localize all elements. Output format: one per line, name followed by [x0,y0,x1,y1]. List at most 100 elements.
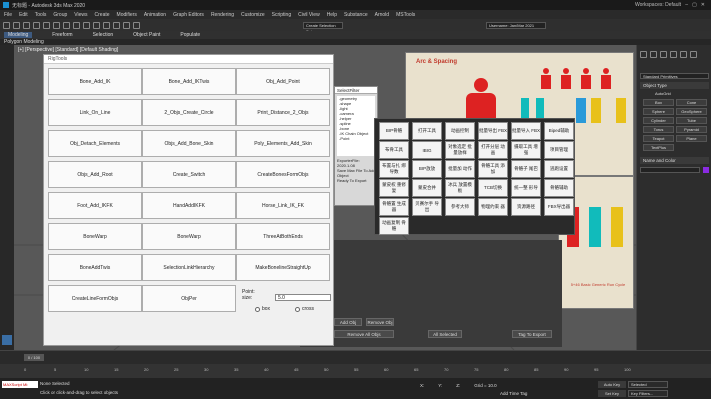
cn-tool-button[interactable]: BIP放放 [412,160,442,178]
cn-tool-button[interactable]: FBX导出器 [544,198,574,216]
add-time-tag[interactable]: Add Time Tag [500,391,527,396]
ribbon-tab[interactable]: Modeling [4,32,33,38]
menu-item[interactable]: Modifiers [117,12,137,18]
scale-icon[interactable] [103,21,110,29]
menu-item[interactable]: Rendering [211,12,234,18]
ribbon-tab[interactable]: Freeform [52,32,72,38]
rigtools-button[interactable]: Bone_Add_IKTwis [142,68,236,95]
rigtools-button[interactable]: Horse_Link_IK_FK [236,192,330,219]
cn-tool-button[interactable]: 物理约束 器 [478,198,508,216]
cn-tool-button[interactable]: 骨骼工具 添加 [478,160,508,178]
cn-tool-button[interactable]: 项目管理 [544,141,574,159]
menu-item[interactable]: Group [53,12,67,18]
workspace-label[interactable]: Workspaces: Default [635,2,681,8]
primitive-button[interactable]: Plane [676,135,707,142]
menu-item[interactable]: Edit [19,12,28,18]
menu-item[interactable]: File [4,12,12,18]
cn-tool-button[interactable]: 打开工具 [412,122,442,140]
maxscript-listener[interactable]: MAXScript Mi: [2,381,38,388]
select-icon[interactable] [53,21,60,29]
create-tab-icon[interactable] [640,51,647,58]
autogrid-checkbox[interactable]: AutoGrid [655,91,671,96]
primitive-button[interactable]: Torus [643,126,674,133]
utilities-tab-icon[interactable] [690,51,697,58]
export-action-button[interactable]: Remove All Objs [334,330,394,338]
cn-tool-button[interactable]: 打开分层 动画 [478,141,508,159]
unlink-icon[interactable] [33,21,40,29]
primitive-button[interactable]: TextPlus [643,144,674,151]
cn-tool-button[interactable]: 骨骼置 生成器 [379,198,409,216]
cn-tool-button[interactable]: 骨骼辅助 [544,179,574,197]
primitive-type-dropdown[interactable]: Standard Primitives [640,73,709,79]
cn-tool-button[interactable]: IBIG [412,141,442,159]
cn-tool-button[interactable]: 布骨工具 [379,141,409,159]
menu-item[interactable]: Tools [35,12,47,18]
ribbon-tab[interactable]: Selection [93,32,114,38]
primitive-button[interactable]: Cone [676,99,707,106]
cn-tool-button[interactable]: Biped辅助 [544,122,574,140]
rigtools-button[interactable]: Link_On_Line [48,99,142,126]
window-controls[interactable]: –▢✕ [685,2,709,8]
rigtools-button[interactable]: SelectionLinkHierarchy [142,254,236,281]
primitive-button[interactable]: Cylinder [643,117,674,124]
primitive-button[interactable]: Teapot [643,135,674,142]
select-filter-list[interactable]: -geometry -shape -light -camera -helper -spli… [337,96,375,156]
rigtools-button[interactable]: 2_Objs_Create_Circle [142,99,236,126]
primitive-button[interactable]: Tube [676,117,707,124]
rigtools-button[interactable]: Objs_Add_Bone_Skin [142,130,236,157]
rigtools-button[interactable]: CreateLineFormObjs [48,285,142,312]
mirror-icon[interactable] [133,21,140,29]
cn-tool-button[interactable]: 贝赛尔手 导出 [412,198,442,216]
rigtools-button[interactable]: HandAddIKFK [142,192,236,219]
rigtools-button[interactable]: BoneWarp [48,223,142,250]
cn-tool-button[interactable]: BIP骨骼 [379,122,409,140]
hierarchy-tab-icon[interactable] [660,51,667,58]
auto-key-button[interactable]: Auto Key [598,381,626,388]
radio-box[interactable] [255,307,260,312]
region-icon[interactable] [73,21,80,29]
menu-item[interactable]: Views [74,12,87,18]
cn-tool-button[interactable]: 参考大师 [445,198,475,216]
rigtools-button[interactable]: Poly_Elements_Add_Skin [236,130,330,157]
menu-item[interactable]: Civil View [298,12,320,18]
rigtools-button[interactable]: BoneAddTwis [48,254,142,281]
time-slider-thumb[interactable]: 0 / 100 [24,354,44,361]
rigtools-button[interactable]: CreateBonesFormObjs [236,161,330,188]
rigtools-button[interactable]: ObjPer [142,285,236,312]
cn-tool-button[interactable]: 批量导出 FBX [478,122,508,140]
undo-icon[interactable] [3,21,10,29]
bind-icon[interactable] [43,21,50,29]
export-action-button[interactable]: Remove Obj [366,318,394,326]
set-key-button[interactable]: Set Key [598,390,626,397]
rigtools-button[interactable]: Bone_Add_IK [48,68,142,95]
menu-item[interactable]: Arnold [375,12,389,18]
cn-tool-button[interactable]: 批量导入 FBX [511,122,541,140]
primitive-button[interactable]: Sphere [643,108,674,115]
primitive-button[interactable]: GeoSphere [676,108,707,115]
link-icon[interactable] [23,21,30,29]
move-icon[interactable] [83,21,90,29]
cn-tool-button[interactable]: 动画复制 骨骼 [379,217,409,235]
name-field[interactable] [640,167,700,173]
modify-tab-icon[interactable] [650,51,657,58]
cn-tool-button[interactable]: 蒙皮权 重修复 [379,179,409,197]
menu-item[interactable]: Animation [144,12,166,18]
menu-item[interactable]: MSTools [396,12,415,18]
key-filters-button[interactable]: Key Filters... [628,390,668,397]
cn-tool-button[interactable]: 统一整 形导 [511,179,541,197]
menu-item[interactable]: Scripting [272,12,291,18]
primitive-button[interactable]: Box [643,99,674,106]
primitive-button[interactable]: Pyramid [676,126,707,133]
rigtools-button[interactable]: Obj_Add_Point [236,68,330,95]
size-input[interactable]: 5.0 [275,294,331,301]
cn-tool-button[interactable]: 摄取工具 增强 [511,141,541,159]
object-type-header[interactable]: Object Type [640,82,709,89]
user-field[interactable]: Username: Jan/Mar 2021 [486,21,546,29]
cn-tool-button[interactable]: 骨骼子 尾巴 [511,160,541,178]
filter-list-item[interactable]: -Point [339,136,375,141]
viewport-layout-icon[interactable] [2,335,12,345]
cn-tool-button[interactable]: TCB切换 [478,179,508,197]
menu-item[interactable]: Customize [241,12,265,18]
radio-cross[interactable] [295,307,300,312]
rigtools-button[interactable]: Foot_Add_IKFK [48,192,142,219]
